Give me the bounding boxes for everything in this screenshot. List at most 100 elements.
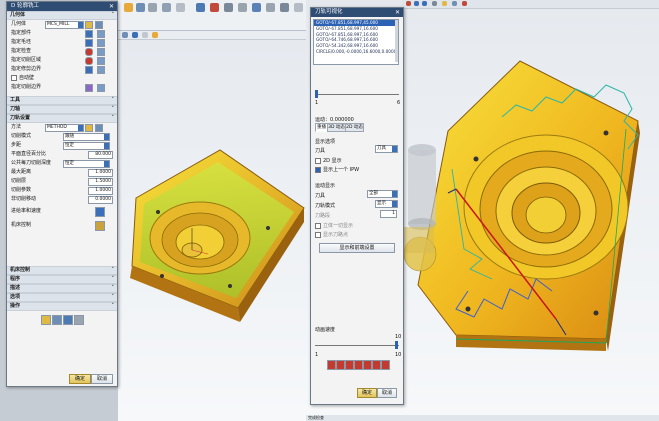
new-method-icon[interactable] [85, 124, 93, 132]
checkbox[interactable] [315, 222, 321, 229]
check-2d-display[interactable]: 2D 显示 [315, 157, 342, 164]
blank-select-icon[interactable] [85, 39, 93, 47]
cut-levels-input[interactable]: 1.5000 [88, 178, 113, 186]
filter-icon[interactable] [452, 1, 457, 6]
filter-icon[interactable] [122, 32, 128, 38]
tab-2d-dynamic[interactable]: 2D 动态 [345, 123, 364, 132]
postprocess-icon[interactable] [162, 3, 171, 12]
measure-icon[interactable] [252, 3, 261, 12]
play-icon[interactable] [354, 360, 363, 370]
window-icon[interactable] [432, 1, 437, 6]
simulate-icon[interactable] [148, 3, 157, 12]
section-tool-axis[interactable]: 刀轴 ˅ [7, 105, 117, 114]
section-actions[interactable]: 操作 ˄ [7, 302, 117, 311]
speed-slider-thumb[interactable] [395, 341, 398, 349]
section-options[interactable]: 选项 ˅ [7, 293, 117, 302]
cancel-button[interactable]: 取消 [377, 388, 397, 398]
tool-path-select[interactable]: 显示 [375, 200, 398, 208]
check-path-points[interactable]: 显示刀路点 [315, 231, 348, 238]
checkbox[interactable] [315, 166, 321, 173]
rewind-icon[interactable] [327, 360, 336, 370]
tool-icon[interactable] [224, 3, 233, 12]
output-icon[interactable] [294, 3, 303, 12]
flat-diameter-input[interactable]: 80.000 [88, 151, 113, 159]
generate-path-icon[interactable] [41, 315, 51, 325]
speed-slider-track[interactable] [315, 345, 399, 346]
replay-icon[interactable] [52, 315, 62, 325]
flashlight-icon[interactable] [97, 30, 105, 38]
list-scrollbar[interactable] [395, 20, 398, 62]
motion-tool-select[interactable]: 全部 [367, 190, 398, 198]
edit-method-icon[interactable] [95, 124, 103, 132]
max-distance-input[interactable]: 1.0000 [88, 169, 113, 177]
tool-select[interactable]: 刀具 [375, 145, 398, 153]
flashlight-icon[interactable] [97, 48, 105, 56]
checkbox[interactable] [315, 157, 321, 164]
checkbox[interactable] [315, 231, 321, 238]
flashlight-icon[interactable] [97, 66, 105, 74]
more-icon[interactable] [266, 3, 275, 12]
position-slider-thumb[interactable] [315, 90, 318, 98]
ok-button[interactable]: 确定 [69, 374, 91, 384]
shop-doc-icon[interactable] [196, 3, 205, 12]
verify-path-icon[interactable] [63, 315, 73, 325]
show-settings-button[interactable]: 显示和前端设置 [319, 243, 395, 253]
select-icon[interactable] [462, 1, 467, 6]
flashlight-icon[interactable] [97, 57, 105, 65]
view-icon[interactable] [280, 3, 289, 12]
list-path-icon[interactable] [74, 315, 84, 325]
fast-forward-icon[interactable] [372, 360, 381, 370]
check-solid-display[interactable]: 立体一切显示 [315, 222, 353, 229]
save-icon[interactable] [422, 1, 427, 6]
part-select-icon[interactable] [85, 30, 93, 38]
path-sub-input[interactable]: 1 [380, 210, 397, 218]
redo-icon[interactable] [414, 1, 419, 6]
tab-3d-dynamic[interactable]: 3D 动态 [327, 123, 346, 132]
flashlight-icon[interactable] [97, 39, 105, 47]
cancel-button[interactable]: 取消 [91, 374, 113, 384]
undo-icon[interactable] [406, 1, 411, 6]
verify-icon[interactable] [136, 3, 145, 12]
flashlight-icon[interactable] [97, 84, 105, 92]
stop-icon[interactable] [381, 360, 390, 370]
trim-select-icon[interactable] [85, 66, 93, 74]
graphics-viewport[interactable] [118, 40, 306, 421]
machine-control-icon[interactable] [95, 221, 105, 231]
cut-params-input[interactable]: 1.0000 [88, 187, 113, 195]
orient-icon[interactable] [238, 3, 247, 12]
geometry-select[interactable]: MCS_MILL [45, 21, 84, 29]
non-cut-input[interactable]: 0.0000 [88, 196, 113, 204]
section-path-settings[interactable]: 刀轨设置 ˄ [7, 114, 117, 123]
step-forward-icon[interactable] [363, 360, 372, 370]
feeds-speeds-icon[interactable] [95, 207, 105, 217]
close-icon[interactable]: ✕ [109, 2, 114, 11]
step-back-icon[interactable] [336, 360, 345, 370]
new-geometry-icon[interactable] [85, 21, 93, 29]
section-machine[interactable]: 机床控制 ˅ [7, 266, 117, 275]
snap-point-icon[interactable] [442, 1, 447, 6]
check-show-ipw[interactable]: 显示上一个 IPW [315, 166, 359, 173]
edit-geometry-icon[interactable] [95, 21, 103, 29]
boundary-select-icon[interactable] [85, 84, 93, 92]
section-geometry[interactable]: 几何体 ˄ [7, 11, 117, 20]
list-icon[interactable] [176, 3, 185, 12]
list-item[interactable]: CIRCLE/0.000,-0.0000,16.6000,0.0000000,-… [314, 49, 398, 55]
toolpath-listbox[interactable]: GOTO/-67.851,68.997,45.000 GOTO/-67.851,… [313, 19, 399, 65]
stepover-select[interactable]: 恒定 [63, 142, 110, 150]
method-select[interactable]: METHOD [45, 124, 84, 132]
generate-icon[interactable] [124, 3, 133, 12]
section-description[interactable]: 描述 ˅ [7, 284, 117, 293]
wall-checkbox[interactable] [11, 74, 17, 81]
snap-icon[interactable] [132, 32, 138, 38]
select-icon[interactable] [142, 32, 148, 38]
section-program[interactable]: 程序 ˅ [7, 275, 117, 284]
ok-button[interactable]: 确定 [357, 388, 377, 398]
position-slider-track[interactable] [315, 94, 399, 95]
close-icon[interactable]: ✕ [395, 8, 400, 17]
feed-icon[interactable] [210, 3, 219, 12]
point-icon[interactable] [152, 32, 158, 38]
cut-pattern-select[interactable]: 跟随 [63, 133, 110, 141]
play-back-icon[interactable] [345, 360, 354, 370]
section-tool[interactable]: 工具 ˅ [7, 96, 117, 105]
depth-select[interactable]: 恒定 [63, 160, 110, 168]
